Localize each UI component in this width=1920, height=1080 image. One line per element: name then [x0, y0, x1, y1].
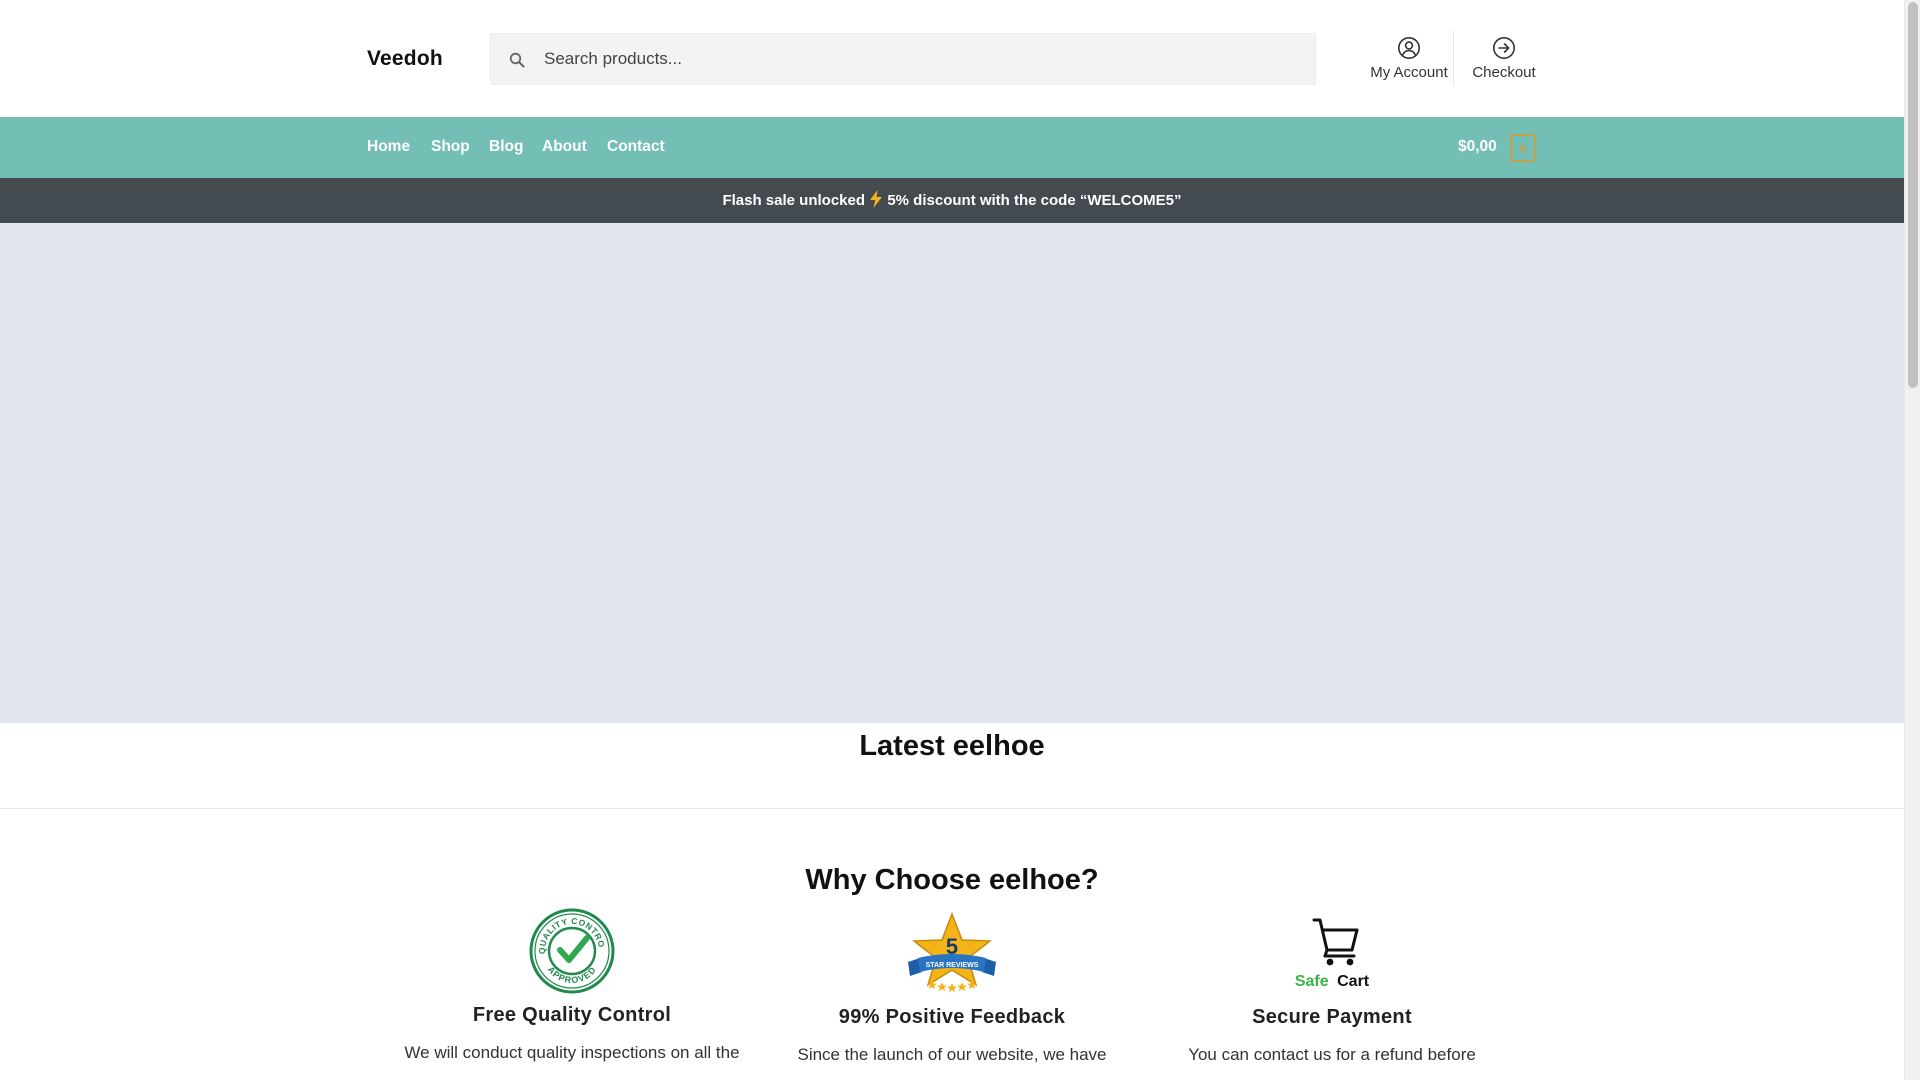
feature-secure-payment: Safe Cart Secure Payment You can contact…	[1142, 910, 1522, 1067]
nav-item-blog[interactable]: Blog	[489, 138, 523, 156]
feature-title: 99% Positive Feedback	[838, 1006, 1066, 1028]
hero-banner	[0, 223, 1904, 723]
nav-item-contact[interactable]: Contact	[607, 138, 665, 156]
page: Veedoh My Account Checkout	[0, 0, 1904, 1080]
site-logo[interactable]: Veedoh	[367, 47, 443, 71]
checkout-link[interactable]: Checkout	[1461, 36, 1547, 81]
five-star-reviews-badge-icon: 5 STAR REVIEWS	[908, 911, 996, 992]
lightning-icon	[870, 190, 883, 208]
feature-text: We will conduct quality inspections on a…	[404, 1043, 740, 1062]
safe-cart-text-cart: Cart	[1337, 973, 1370, 990]
page-scrollbar[interactable]	[1904, 0, 1920, 1080]
latest-title: Latest eelhoe	[859, 730, 1045, 762]
checkout-label: Checkout	[1472, 64, 1536, 81]
safe-cart-logo-icon: Safe Cart	[1295, 918, 1370, 990]
why-choose-title: Why Choose eelhoe?	[805, 864, 1099, 896]
svg-text:Safe Cart: Safe Cart	[1295, 973, 1370, 990]
feature-text: Since the launch of our website, we have	[797, 1045, 1107, 1064]
cart-total: $0,00	[1458, 138, 1497, 155]
header-divider	[1453, 30, 1454, 86]
main-navigation: Home Shop Blog About Contact $0,00 0	[0, 117, 1904, 178]
user-circle-icon	[1398, 37, 1420, 59]
safe-cart-text-safe: Safe	[1295, 973, 1329, 990]
my-account-label: My Account	[1370, 64, 1448, 81]
cart-count-badge: 0	[1510, 134, 1536, 162]
feature-title: Secure Payment	[1252, 1006, 1412, 1028]
scrollbar-thumb[interactable]	[1908, 2, 1918, 388]
feature-positive-feedback: 5 STAR REVIEWS 99% Positive Feedback Sin…	[762, 910, 1142, 1067]
announcement-text-start: Flash sale unlocked	[722, 192, 870, 209]
feature-title: Free Quality Control	[472, 1004, 672, 1026]
my-account-link[interactable]: My Account	[1344, 36, 1474, 81]
announcement-text-end: 5% discount with the code “WELCOME5”	[883, 192, 1182, 209]
site-header: Veedoh My Account Checkout	[0, 0, 1904, 117]
search-bar	[490, 33, 1316, 85]
quality-control-approved-badge-icon: QUALITY CONTROL APPROVED	[529, 908, 615, 994]
nav-item-home[interactable]: Home	[367, 138, 410, 156]
feature-text: You can contact us for a refund before	[1188, 1045, 1476, 1064]
badge-text-star-reviews: STAR REVIEWS	[926, 962, 979, 969]
search-icon[interactable]	[509, 52, 525, 68]
search-input[interactable]	[534, 34, 1294, 84]
nav-item-shop[interactable]: Shop	[431, 138, 470, 156]
nav-item-about[interactable]: About	[542, 138, 587, 156]
latest-section: Latest eelhoe	[0, 723, 1904, 809]
feature-quality-control: QUALITY CONTROL APPROVED Free Quality Co…	[382, 908, 762, 1065]
arrow-circle-right-icon	[1493, 37, 1515, 59]
announcement-bar: Flash sale unlocked 5% discount with the…	[0, 178, 1904, 223]
